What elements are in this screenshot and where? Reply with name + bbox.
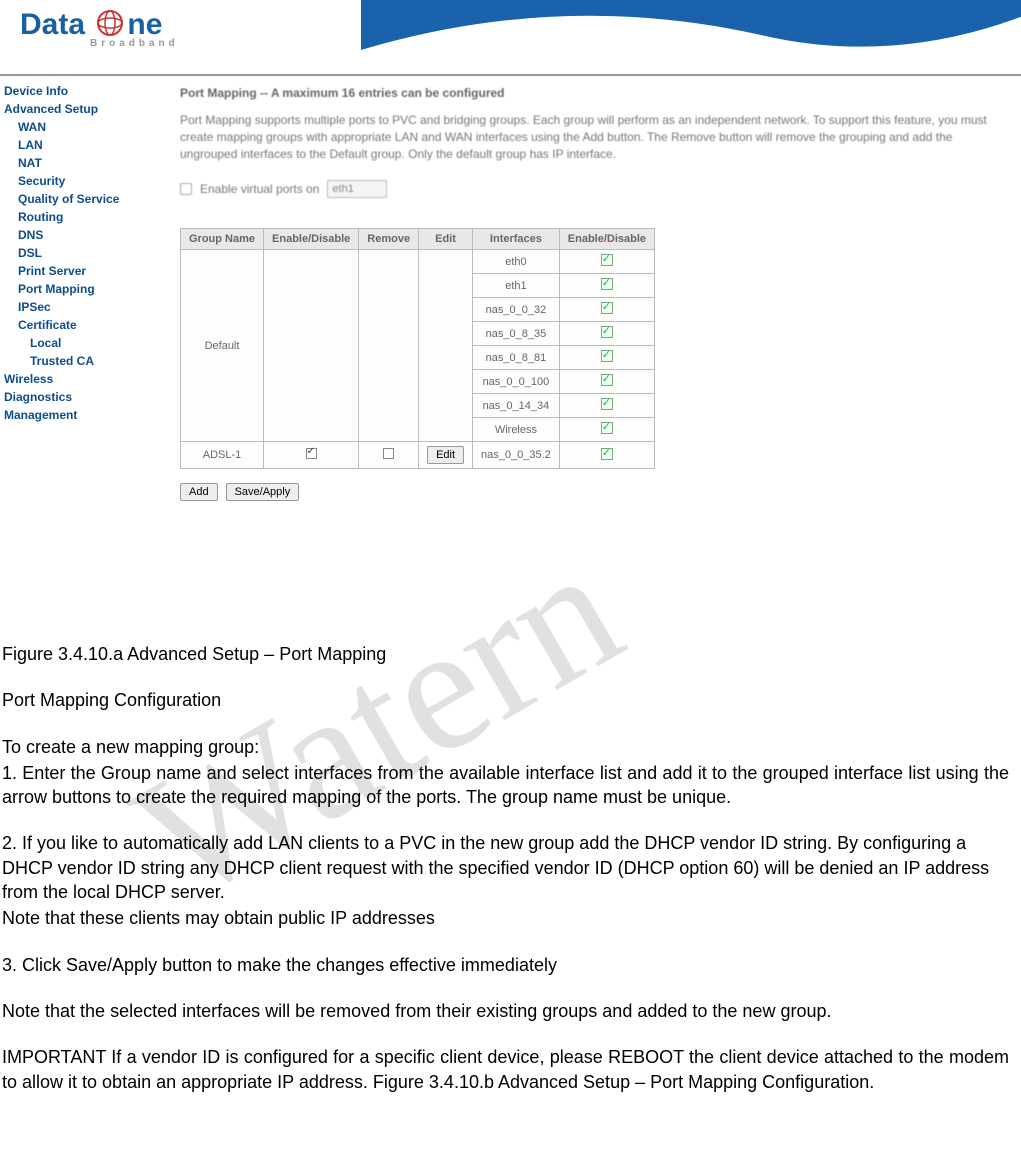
- sidebar-item-nat[interactable]: NAT: [4, 154, 146, 172]
- enable-checkbox[interactable]: [601, 302, 613, 314]
- remove-cell: [359, 250, 419, 442]
- sidebar-item-dsl[interactable]: DSL: [4, 244, 146, 262]
- sidebar-item-wan[interactable]: WAN: [4, 118, 146, 136]
- enable-checkbox[interactable]: [601, 350, 613, 362]
- interface-cell: eth1: [473, 274, 560, 298]
- interface-enable-cell: [559, 442, 654, 469]
- interface-enable-cell: [559, 298, 654, 322]
- sidebar-item-dns[interactable]: DNS: [4, 226, 146, 244]
- interface-enable-cell: [559, 322, 654, 346]
- virtual-ports-row: Enable virtual ports on: [180, 180, 1011, 198]
- enable-checkbox[interactable]: [601, 422, 613, 434]
- edit-cell: Edit: [419, 442, 473, 469]
- step-3: 3. Click Save/Apply button to make the c…: [2, 953, 1009, 977]
- enable-checkbox[interactable]: [601, 374, 613, 386]
- brand-tagline: Broadband: [90, 38, 179, 49]
- enable-disable-cell: [264, 442, 359, 469]
- group-enable-checkbox[interactable]: [306, 448, 317, 459]
- group-name-cell: ADSL-1: [181, 442, 264, 469]
- brand-logo: Data ne Broadband: [20, 8, 179, 49]
- add-button[interactable]: Add: [180, 483, 218, 501]
- note-line: Note that the selected interfaces will b…: [2, 999, 1009, 1023]
- enable-checkbox[interactable]: [601, 254, 613, 266]
- col-remove: Remove: [359, 229, 419, 250]
- step-1: 1. Enter the Group name and select inter…: [2, 761, 1009, 810]
- sidebar-item-diagnostics[interactable]: Diagnostics: [4, 388, 146, 406]
- action-buttons: Add Save/Apply: [180, 483, 1011, 501]
- page-title: Port Mapping -- A maximum 16 entries can…: [180, 86, 1011, 100]
- edit-button[interactable]: Edit: [427, 446, 464, 464]
- globe-icon: [93, 8, 127, 38]
- sidebar-nav: Device InfoAdvanced SetupWANLANNATSecuri…: [0, 76, 150, 434]
- virtual-ports-input[interactable]: [327, 180, 387, 198]
- section-heading: Port Mapping Configuration: [2, 688, 1009, 712]
- group-name-cell: Default: [181, 250, 264, 442]
- step-2b: Note that these clients may obtain publi…: [2, 906, 1009, 930]
- interface-cell: eth0: [473, 250, 560, 274]
- main-content: Port Mapping -- A maximum 16 entries can…: [150, 76, 1021, 511]
- interface-enable-cell: [559, 274, 654, 298]
- remove-checkbox[interactable]: [383, 448, 394, 459]
- save-apply-button[interactable]: Save/Apply: [226, 483, 300, 501]
- sidebar-item-print-server[interactable]: Print Server: [4, 262, 146, 280]
- important-note: IMPORTANT If a vendor ID is configured f…: [2, 1045, 1009, 1094]
- enable-virtual-ports-checkbox[interactable]: [180, 183, 192, 195]
- interface-cell: nas_0_0_100: [473, 370, 560, 394]
- sidebar-item-security[interactable]: Security: [4, 172, 146, 190]
- app-body: Device InfoAdvanced SetupWANLANNATSecuri…: [0, 76, 1021, 636]
- interface-cell: nas_0_0_35.2: [473, 442, 560, 469]
- sidebar-item-certificate[interactable]: Certificate: [4, 316, 146, 334]
- remove-cell: [359, 442, 419, 469]
- sidebar-item-management[interactable]: Management: [4, 406, 146, 424]
- table-row: Defaulteth0: [181, 250, 655, 274]
- sidebar-item-advanced-setup[interactable]: Advanced Setup: [4, 100, 146, 118]
- intro-line: To create a new mapping group:: [2, 735, 1009, 759]
- brand-part-a: Data: [20, 8, 85, 41]
- figure-caption: Figure 3.4.10.a Advanced Setup – Port Ma…: [2, 642, 1009, 666]
- sidebar-item-routing[interactable]: Routing: [4, 208, 146, 226]
- interface-enable-cell: [559, 250, 654, 274]
- header-swoosh-graphic: [361, 0, 1021, 70]
- col-enable-disable: Enable/Disable: [264, 229, 359, 250]
- col-group-name: Group Name: [181, 229, 264, 250]
- document-text: Figure 3.4.10.a Advanced Setup – Port Ma…: [0, 636, 1021, 1144]
- interface-enable-cell: [559, 346, 654, 370]
- sidebar-item-port-mapping[interactable]: Port Mapping: [4, 280, 146, 298]
- col-interfaces: Interfaces: [473, 229, 560, 250]
- sidebar-item-lan[interactable]: LAN: [4, 136, 146, 154]
- page-description: Port Mapping supports multiple ports to …: [180, 112, 1011, 162]
- enable-checkbox[interactable]: [601, 398, 613, 410]
- sidebar-item-wireless[interactable]: Wireless: [4, 370, 146, 388]
- sidebar-item-local[interactable]: Local: [4, 334, 146, 352]
- sidebar-item-device-info[interactable]: Device Info: [4, 82, 146, 100]
- interface-enable-cell: [559, 370, 654, 394]
- enable-disable-cell: [264, 250, 359, 442]
- edit-cell: [419, 250, 473, 442]
- interface-cell: nas_0_8_35: [473, 322, 560, 346]
- enable-checkbox[interactable]: [601, 326, 613, 338]
- sidebar-item-quality-of-service[interactable]: Quality of Service: [4, 190, 146, 208]
- interface-cell: nas_0_8_81: [473, 346, 560, 370]
- sidebar-item-trusted-ca[interactable]: Trusted CA: [4, 352, 146, 370]
- brand-part-b: ne: [127, 8, 162, 41]
- interface-enable-cell: [559, 418, 654, 442]
- col-edit: Edit: [419, 229, 473, 250]
- col-enable-disable: Enable/Disable: [559, 229, 654, 250]
- app-header: Data ne Broadband: [0, 0, 1021, 76]
- interface-cell: Wireless: [473, 418, 560, 442]
- port-mapping-table: Group NameEnable/DisableRemoveEditInterf…: [180, 228, 655, 469]
- sidebar-item-ipsec[interactable]: IPSec: [4, 298, 146, 316]
- interface-cell: nas_0_0_32: [473, 298, 560, 322]
- enable-checkbox[interactable]: [601, 278, 613, 290]
- interface-enable-cell: [559, 394, 654, 418]
- table-row: ADSL-1 Edit nas_0_0_35.2: [181, 442, 655, 469]
- enable-checkbox[interactable]: [601, 448, 613, 460]
- enable-virtual-ports-label: Enable virtual ports on: [200, 182, 319, 196]
- step-2a: 2. If you like to automatically add LAN …: [2, 831, 1009, 904]
- interface-cell: nas_0_14_34: [473, 394, 560, 418]
